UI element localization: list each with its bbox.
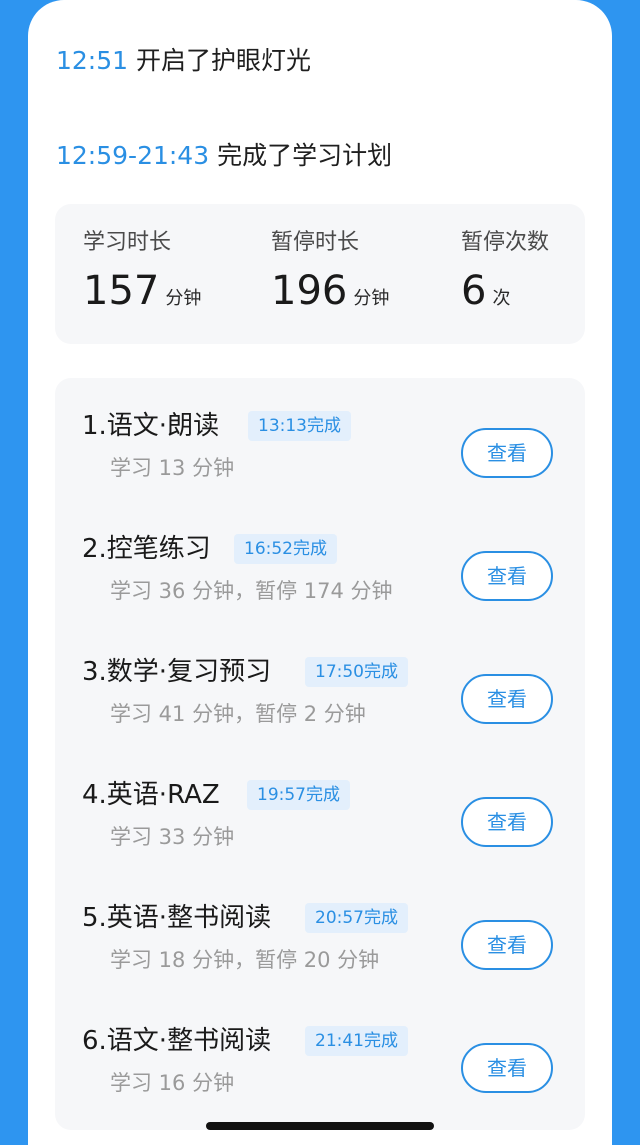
task-completed-badge: 20:57完成	[305, 903, 408, 933]
stat-pause-count: 暂停次数 6次	[461, 228, 549, 314]
stat-value: 196	[271, 268, 348, 314]
task-completed-badge: 17:50完成	[305, 657, 408, 687]
view-button[interactable]: 查看	[461, 551, 553, 601]
log-entry-study-plan: 12:59-21:43 完成了学习计划	[56, 139, 392, 173]
task-duration: 学习 33 分钟	[110, 825, 235, 849]
task-title: 2.控笔练习	[82, 534, 211, 564]
task-item: 5.英语·整书阅读 20:57完成 学习 18 分钟，暂停 20 分钟 查看	[55, 898, 585, 998]
stats-panel: 学习时长 157 分钟 暂停时长 196 分钟 暂停次数 6次	[55, 204, 585, 344]
task-list: 1.语文·朗读 13:13完成 学习 13 分钟 查看 2.控笔练习 16:52…	[55, 378, 585, 1130]
stat-unit: 分钟	[353, 288, 390, 309]
view-button[interactable]: 查看	[461, 674, 553, 724]
task-duration: 学习 13 分钟	[110, 456, 235, 480]
task-item: 3.数学·复习预习 17:50完成 学习 41 分钟，暂停 2 分钟 查看	[55, 652, 585, 752]
home-indicator[interactable]	[206, 1122, 434, 1130]
stat-label: 暂停时长	[271, 230, 360, 255]
stat-study-duration: 学习时长 157 分钟	[83, 228, 201, 314]
task-duration: 学习 41 分钟，暂停 2 分钟	[110, 702, 366, 726]
stat-unit: 次	[492, 288, 511, 309]
report-card: 12:51 开启了护眼灯光 12:59-21:43 完成了学习计划 学习时长 1…	[28, 0, 612, 1145]
stat-value: 157	[83, 268, 160, 314]
stat-label: 学习时长	[83, 230, 172, 255]
task-item: 6.语文·整书阅读 21:41完成 学习 16 分钟 查看	[55, 1021, 585, 1121]
task-duration: 学习 16 分钟	[110, 1071, 235, 1095]
view-button[interactable]: 查看	[461, 920, 553, 970]
stat-label: 暂停次数	[461, 230, 550, 255]
log-text: 完成了学习计划	[217, 141, 393, 170]
stat-pause-duration: 暂停时长 196 分钟	[271, 228, 389, 314]
task-item: 1.语文·朗读 13:13完成 学习 13 分钟 查看	[55, 406, 585, 506]
task-completed-badge: 19:57完成	[247, 780, 350, 810]
task-title: 1.语文·朗读	[82, 411, 220, 441]
log-time: 12:59-21:43	[56, 141, 210, 170]
task-title: 3.数学·复习预习	[82, 657, 272, 687]
task-item: 2.控笔练习 16:52完成 学习 36 分钟，暂停 174 分钟 查看	[55, 529, 585, 629]
task-title: 4.英语·RAZ	[82, 780, 220, 810]
log-entry-eye-light: 12:51 开启了护眼灯光	[56, 44, 311, 78]
view-button[interactable]: 查看	[461, 428, 553, 478]
task-completed-badge: 16:52完成	[234, 534, 337, 564]
view-button[interactable]: 查看	[461, 1043, 553, 1093]
task-item: 4.英语·RAZ 19:57完成 学习 33 分钟 查看	[55, 775, 585, 875]
task-duration: 学习 18 分钟，暂停 20 分钟	[110, 948, 380, 972]
task-completed-badge: 21:41完成	[305, 1026, 408, 1056]
stat-value: 6	[461, 268, 487, 314]
log-time: 12:51	[56, 46, 129, 75]
task-completed-badge: 13:13完成	[248, 411, 351, 441]
task-title: 5.英语·整书阅读	[82, 903, 272, 933]
task-title: 6.语文·整书阅读	[82, 1026, 272, 1056]
task-duration: 学习 36 分钟，暂停 174 分钟	[110, 579, 393, 603]
stat-unit: 分钟	[165, 288, 202, 309]
log-text: 开启了护眼灯光	[136, 46, 312, 75]
view-button[interactable]: 查看	[461, 797, 553, 847]
